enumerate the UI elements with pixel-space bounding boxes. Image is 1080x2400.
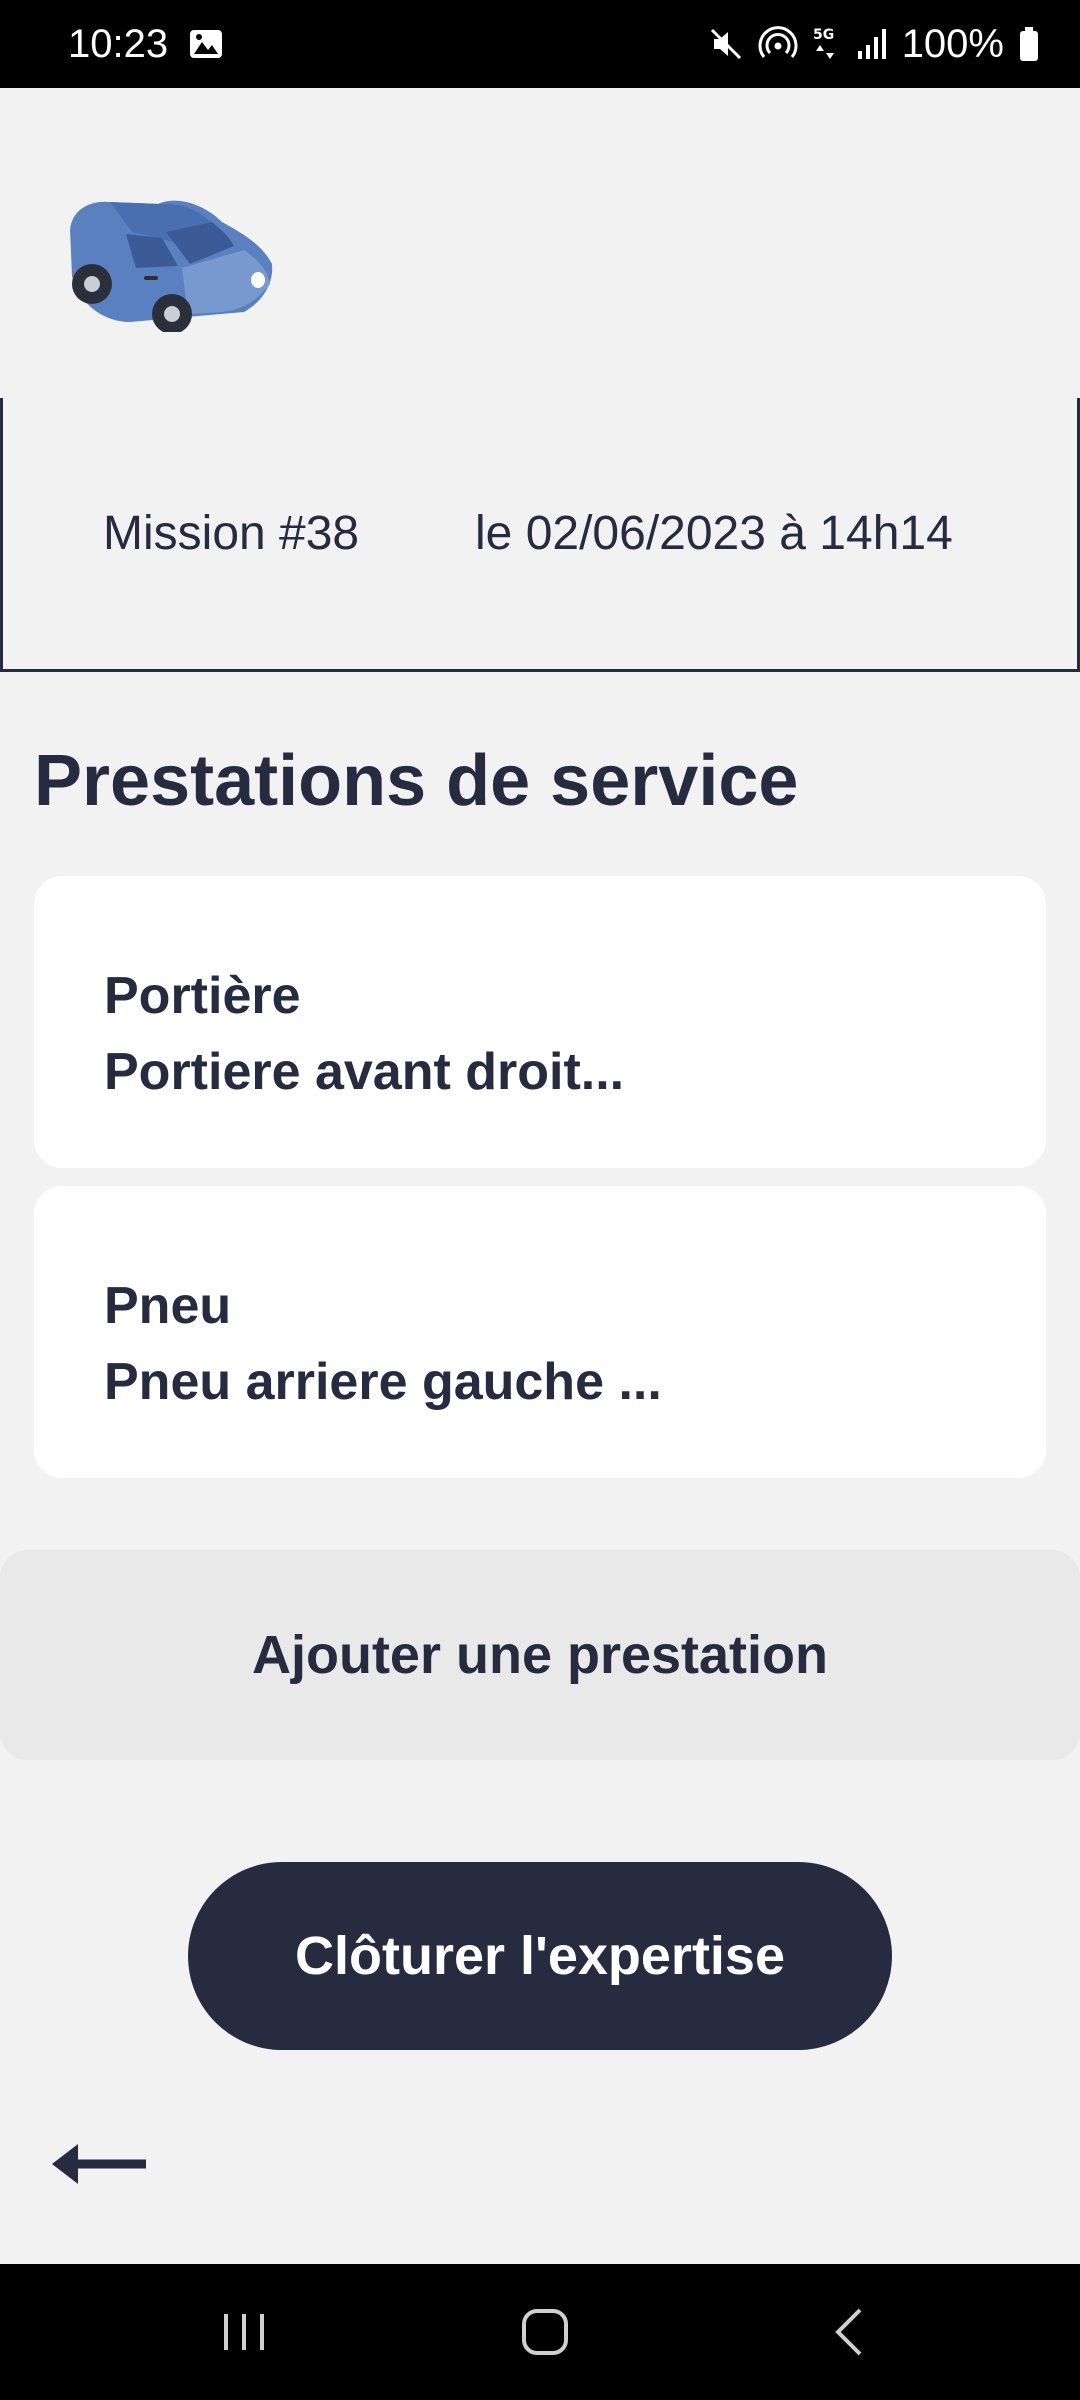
service-description: Pneu arriere gauche ... [104,1353,662,1411]
service-card[interactable]: Pneu Pneu arriere gauche ... [34,1186,1046,1478]
add-service-label: Ajouter une prestation [251,1625,829,1685]
status-bar: 10:23 5G 100% [0,0,1080,88]
mission-date: le 02/06/2023 à 14h14 [475,507,953,560]
section-title: Prestations de service [34,741,799,821]
recent-apps-icon[interactable] [214,2304,274,2360]
app-header [0,88,1080,398]
service-title: Pneu [104,1277,232,1335]
system-back-icon[interactable] [820,2304,880,2360]
5g-icon: 5G [812,25,842,63]
battery-text: 100% [901,21,1004,66]
home-icon[interactable] [515,2304,575,2360]
mission-number: Mission #38 [103,507,360,560]
svg-text:5G: 5G [813,27,834,43]
status-right: 5G 100% [708,22,1040,67]
signal-icon [856,27,888,61]
image-icon [188,26,224,62]
battery-icon [1018,26,1040,62]
close-expertise-label: Clôturer l'expertise [294,1926,785,1986]
status-time: 10:23 [68,21,169,66]
system-nav-bar [0,2264,1080,2400]
status-left: 10:23 [68,22,224,67]
hotspot-icon [758,26,798,62]
add-service-button[interactable]: Ajouter une prestation [0,1550,1080,1760]
service-title: Portière [104,967,301,1025]
car-icon [70,200,273,332]
close-expertise-button[interactable]: Clôturer l'expertise [188,1862,892,2050]
service-card[interactable]: Portière Portiere avant droit... [34,876,1046,1168]
back-arrow-icon[interactable] [50,2136,150,2192]
mute-icon [708,26,744,62]
mission-info-box: Mission #38 le 02/06/2023 à 14h14 [0,398,1080,672]
service-description: Portiere avant droit... [104,1043,625,1101]
